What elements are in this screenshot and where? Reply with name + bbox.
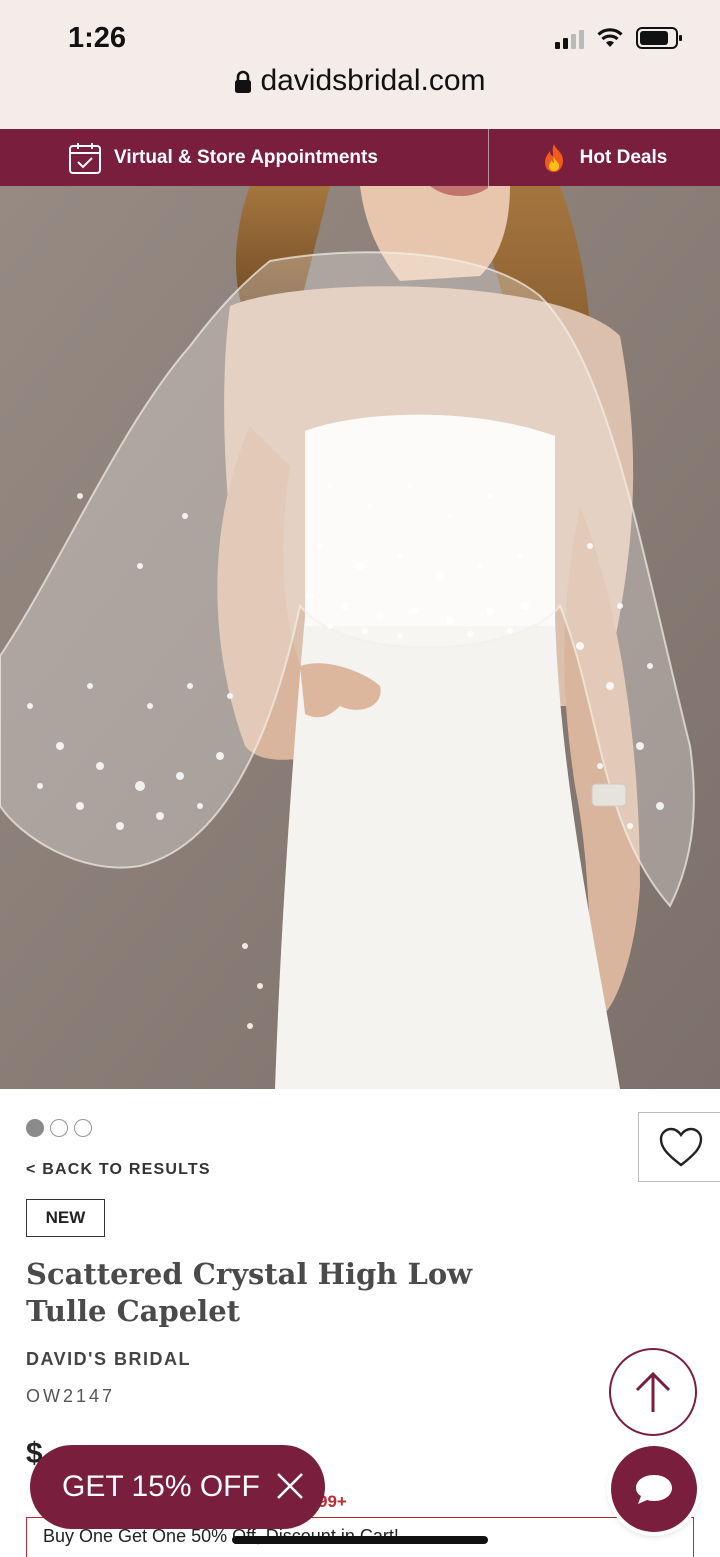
fire-icon [544, 143, 563, 172]
cellular-signal-icon [555, 27, 584, 49]
url-text: davidsbridal.com [260, 64, 486, 97]
chat-bubble-icon [636, 1475, 672, 1504]
heart-icon [659, 1127, 703, 1167]
back-to-results-link[interactable]: < BACK TO RESULTS [26, 1161, 211, 1179]
carousel-dot-2[interactable] [50, 1119, 68, 1137]
product-photo [0, 186, 720, 1089]
carousel-dot-3[interactable] [74, 1119, 92, 1137]
favorite-button[interactable] [638, 1112, 720, 1182]
new-badge: NEW [26, 1199, 105, 1237]
status-icons [555, 26, 684, 50]
image-carousel-dots [26, 1119, 92, 1137]
battery-icon [636, 27, 682, 49]
browser-chrome: 1:26 davidsbridal.com [0, 0, 720, 129]
address-bar[interactable]: davidsbridal.com [0, 64, 720, 98]
discount-label: GET 15% OFF [62, 1470, 260, 1503]
calendar-check-icon [69, 142, 101, 174]
carousel-dot-1[interactable] [26, 1119, 44, 1137]
scroll-to-top-button[interactable] [609, 1348, 697, 1436]
wifi-icon [597, 28, 623, 47]
arrow-up-icon [635, 1371, 671, 1412]
close-icon[interactable] [275, 1471, 305, 1501]
chat-button[interactable] [611, 1446, 697, 1532]
hot-deals-link[interactable]: Hot Deals [489, 129, 720, 186]
appointments-link[interactable]: Virtual & Store Appointments [0, 129, 489, 186]
product-sku: OW2147 [26, 1386, 116, 1406]
appointments-label: Virtual & Store Appointments [114, 146, 378, 168]
hot-deals-label: Hot Deals [579, 146, 668, 168]
product-title: Scattered Crystal High Low Tulle Capelet [26, 1257, 473, 1328]
promo-bar: Virtual & Store Appointments Hot Deals [0, 129, 720, 186]
home-indicator [232, 1536, 488, 1544]
product-hero-image[interactable] [0, 186, 720, 1089]
discount-popup[interactable]: GET 15% OFF [30, 1445, 325, 1529]
lock-icon [235, 70, 252, 94]
product-brand: DAVID'S BRIDAL [26, 1349, 191, 1369]
status-time: 1:26 [68, 22, 127, 54]
